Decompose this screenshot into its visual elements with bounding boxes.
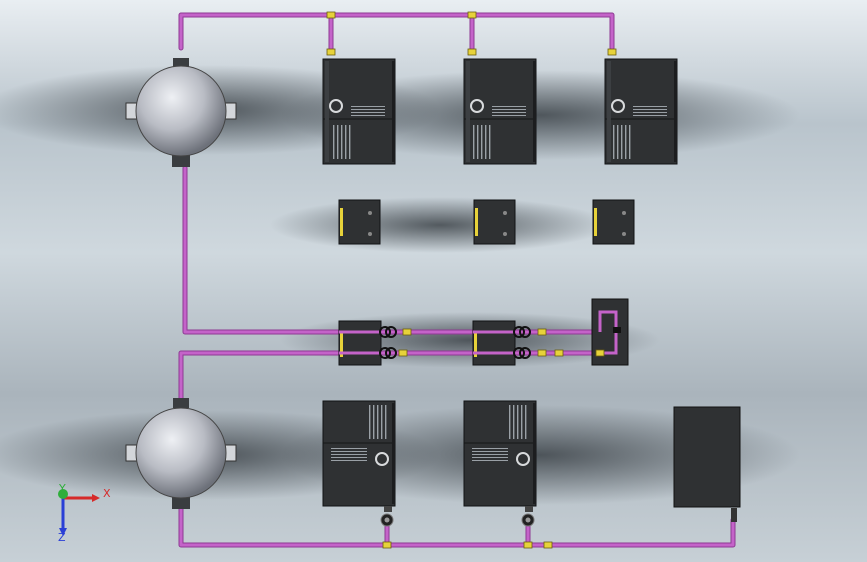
valve-1[interactable]: [326, 11, 336, 19]
valve-2[interactable]: [467, 11, 477, 19]
lower-unit-1[interactable]: [322, 400, 396, 512]
lower-unit-2[interactable]: [463, 400, 537, 512]
valve-4[interactable]: [467, 48, 477, 56]
valve-14[interactable]: [543, 541, 553, 549]
valve-10[interactable]: [554, 349, 564, 357]
check-valve-1[interactable]: [380, 513, 394, 527]
triad-z-label: Z: [58, 531, 66, 544]
small-box-2[interactable]: [473, 199, 516, 245]
valve-6[interactable]: [402, 328, 412, 336]
upper-unit-3[interactable]: [604, 58, 678, 165]
check-valve-2[interactable]: [521, 513, 535, 527]
upper-units: [322, 58, 678, 165]
right-cabinet[interactable]: [673, 406, 741, 522]
valve-9[interactable]: [537, 349, 547, 357]
cad-viewport[interactable]: X Y Z: [0, 0, 867, 562]
valve-11[interactable]: [595, 349, 605, 357]
small-box-1[interactable]: [338, 199, 381, 245]
upper-unit-1[interactable]: [322, 58, 396, 165]
valve-3[interactable]: [326, 48, 336, 56]
upper-unit-2[interactable]: [463, 58, 537, 165]
valve-8[interactable]: [398, 349, 408, 357]
small-box-3[interactable]: [592, 199, 635, 245]
piping-diagram: X Y Z: [0, 11, 800, 549]
triad-y-label: Y: [58, 482, 66, 495]
triad-x-label: X: [103, 487, 111, 500]
valve-7[interactable]: [537, 328, 547, 336]
valve-13[interactable]: [523, 541, 533, 549]
valve-12[interactable]: [382, 541, 392, 549]
valve-5[interactable]: [607, 48, 617, 56]
